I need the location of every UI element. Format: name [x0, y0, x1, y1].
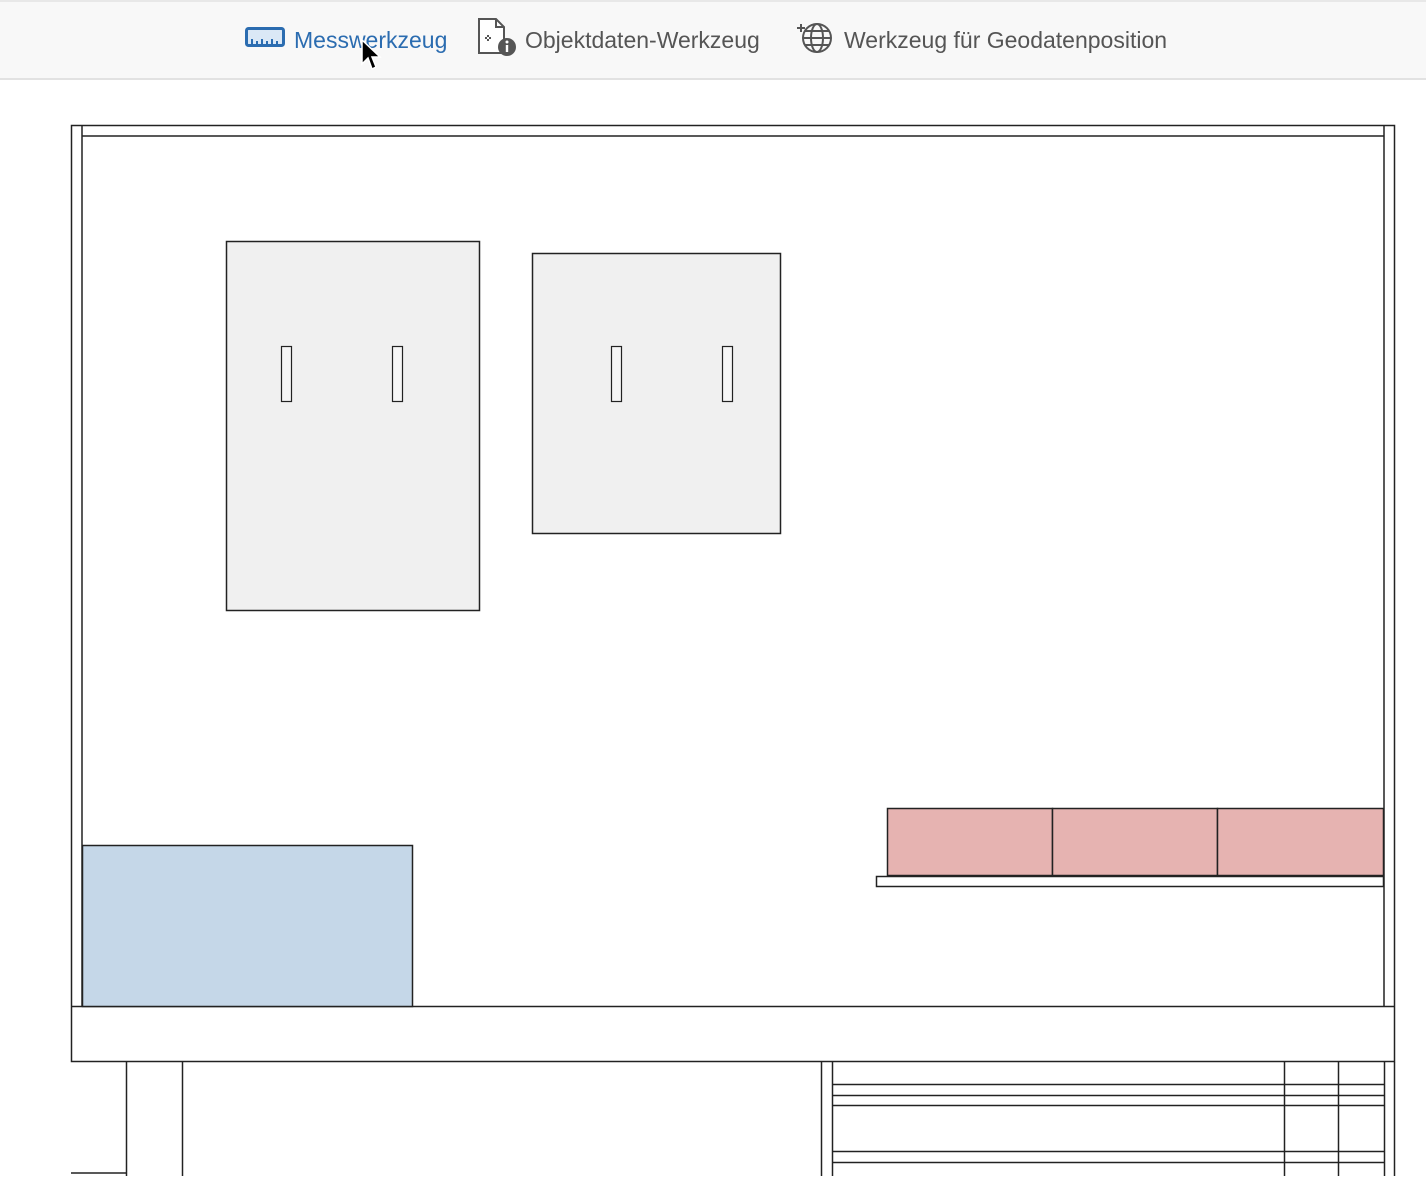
red-cabinet-1	[886, 807, 1054, 877]
panel-right-slot-1	[610, 345, 623, 403]
panel-right	[531, 252, 782, 535]
ruler-icon	[245, 25, 285, 55]
red-cabinet-3	[1216, 807, 1385, 877]
red-cabinet-2	[1051, 807, 1219, 877]
panel-left	[225, 240, 481, 612]
panel-left-slot-2	[391, 345, 404, 403]
toolbar: Messwerkzeug Objektdaten-Werkzeug Werkze	[0, 0, 1426, 80]
mouse-pointer-icon	[360, 38, 382, 77]
globe-add-icon	[795, 20, 835, 60]
shelf-board	[875, 875, 1385, 888]
panel-left-slot-1	[280, 345, 293, 403]
drawing-canvas[interactable]	[0, 80, 1426, 1176]
panel-right-slot-2	[721, 345, 734, 403]
document-info-icon	[476, 16, 516, 64]
floor-plan-drawing	[70, 124, 1396, 1176]
object-data-tool-label: Objektdaten-Werkzeug	[525, 26, 760, 53]
geodata-position-tool-button[interactable]: Werkzeug für Geodatenposition	[795, 18, 1167, 62]
object-data-tool-button[interactable]: Objektdaten-Werkzeug	[476, 18, 760, 62]
blue-block	[81, 844, 414, 1008]
geodata-position-tool-label: Werkzeug für Geodatenposition	[844, 26, 1168, 53]
measure-tool-button[interactable]: Messwerkzeug	[245, 18, 447, 62]
